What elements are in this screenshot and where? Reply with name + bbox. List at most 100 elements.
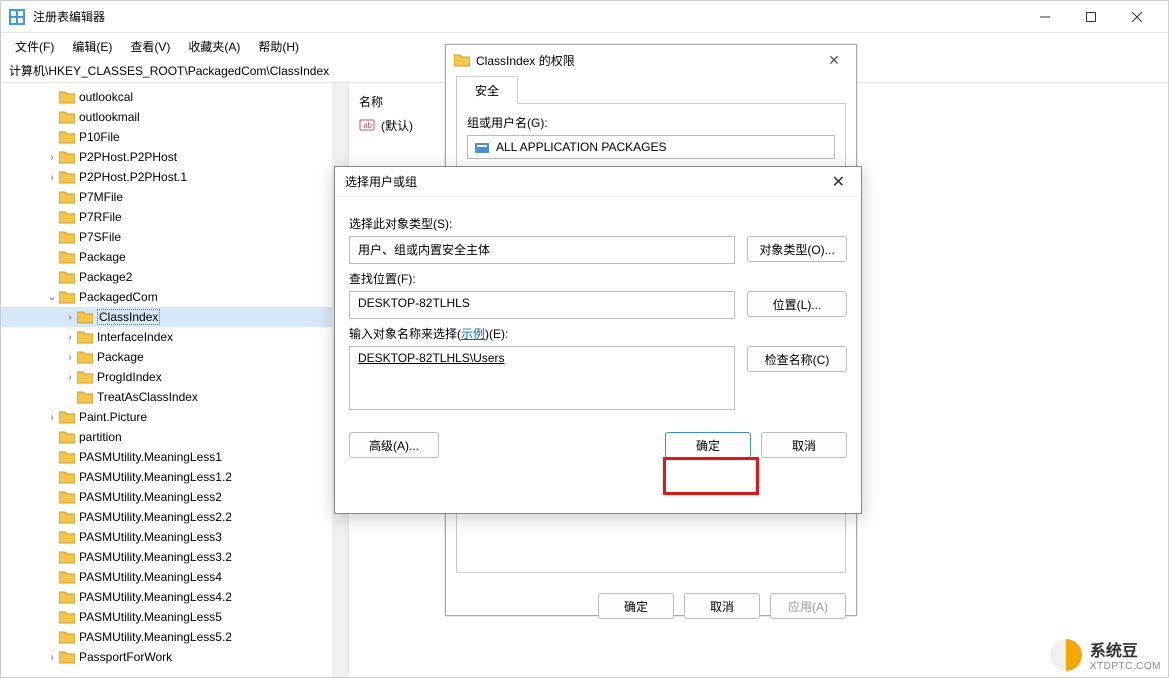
tree-item[interactable]: PASMUtility.MeaningLess5.2 bbox=[1, 627, 348, 647]
tree-item-label: PASMUtility.MeaningLess2.2 bbox=[79, 510, 232, 524]
select-cancel-button[interactable]: 取消 bbox=[761, 432, 847, 458]
tree-item-label: P10File bbox=[79, 130, 120, 144]
chevron-right-icon[interactable]: › bbox=[45, 172, 59, 183]
tree-item[interactable]: P7RFile bbox=[1, 207, 348, 227]
group-icon bbox=[474, 139, 490, 155]
menu-favorites[interactable]: 收藏夹(A) bbox=[180, 35, 248, 58]
group-users-label: 组或用户名(G): bbox=[467, 114, 835, 131]
tree-item-label: PASMUtility.MeaningLess5.2 bbox=[79, 630, 232, 644]
folder-icon bbox=[59, 590, 75, 604]
tree-item-label: P7RFile bbox=[79, 210, 122, 224]
chevron-right-icon[interactable]: › bbox=[45, 412, 59, 423]
maximize-button[interactable] bbox=[1068, 1, 1114, 33]
folder-icon bbox=[59, 650, 75, 664]
select-close-button[interactable]: ✕ bbox=[826, 172, 851, 192]
tree-item-label: outlookmail bbox=[79, 110, 140, 124]
chevron-right-icon[interactable]: › bbox=[63, 372, 77, 383]
value-name: (默认) bbox=[381, 117, 413, 134]
tree-item[interactable]: PASMUtility.MeaningLess4.2 bbox=[1, 587, 348, 607]
menu-view[interactable]: 查看(V) bbox=[122, 35, 178, 58]
tab-security[interactable]: 安全 bbox=[456, 76, 518, 104]
tree-item[interactable]: ⌄ PackagedCom bbox=[1, 287, 348, 307]
location-button[interactable]: 位置(L)... bbox=[747, 291, 847, 317]
tree-item[interactable]: outlookmail bbox=[1, 107, 348, 127]
perm-titlebar[interactable]: ClassIndex 的权限 ✕ bbox=[446, 45, 856, 75]
select-ok-button[interactable]: 确定 bbox=[665, 432, 751, 458]
select-titlebar[interactable]: 选择用户或组 ✕ bbox=[335, 167, 861, 197]
tree-item[interactable]: P7SFile bbox=[1, 227, 348, 247]
tree-item[interactable]: outlookcal bbox=[1, 87, 348, 107]
object-type-field[interactable]: 用户、组或内置安全主体 bbox=[349, 236, 735, 264]
perm-ok-button[interactable]: 确定 bbox=[598, 593, 674, 619]
check-names-button[interactable]: 检查名称(C) bbox=[747, 346, 847, 372]
tree-item[interactable]: ›ProgIdIndex bbox=[1, 367, 348, 387]
tree-item-label: P7MFile bbox=[79, 190, 123, 204]
chevron-down-icon[interactable]: ⌄ bbox=[45, 292, 59, 303]
folder-icon bbox=[59, 250, 75, 264]
tree-item[interactable]: › ClassIndex bbox=[1, 307, 348, 327]
tree-item[interactable]: ›P2PHost.P2PHost bbox=[1, 147, 348, 167]
tree-item[interactable]: PASMUtility.MeaningLess2 bbox=[1, 487, 348, 507]
tree-item[interactable]: PASMUtility.MeaningLess1.2 bbox=[1, 467, 348, 487]
tree-item-label: Package bbox=[79, 250, 126, 264]
folder-icon bbox=[59, 510, 75, 524]
tree-item-label: InterfaceIndex bbox=[97, 330, 173, 344]
chevron-right-icon[interactable]: › bbox=[63, 332, 77, 343]
tree-item[interactable]: ›Package bbox=[1, 347, 348, 367]
advanced-button[interactable]: 高级(A)... bbox=[349, 432, 439, 458]
chevron-right-icon[interactable]: › bbox=[45, 652, 59, 663]
tree-item-label: outlookcal bbox=[79, 90, 133, 104]
minimize-button[interactable] bbox=[1022, 1, 1068, 33]
tree-item[interactable]: Package2 bbox=[1, 267, 348, 287]
tree-item-label: ClassIndex bbox=[97, 309, 160, 325]
perm-apply-button[interactable]: 应用(A) bbox=[770, 593, 846, 619]
tree-item[interactable]: Package bbox=[1, 247, 348, 267]
tree-item[interactable]: P7MFile bbox=[1, 187, 348, 207]
menu-edit[interactable]: 编辑(E) bbox=[64, 35, 120, 58]
folder-icon bbox=[59, 630, 75, 644]
tree-item[interactable]: ›PassportForWork bbox=[1, 647, 348, 667]
object-names-input[interactable]: DESKTOP-82TLHLS\Users bbox=[349, 346, 735, 410]
tree-item[interactable]: PASMUtility.MeaningLess1 bbox=[1, 447, 348, 467]
tree-item[interactable]: PASMUtility.MeaningLess3.2 bbox=[1, 547, 348, 567]
tree-item[interactable]: PASMUtility.MeaningLess5 bbox=[1, 607, 348, 627]
chevron-right-icon[interactable]: › bbox=[63, 352, 77, 363]
close-button[interactable] bbox=[1114, 1, 1160, 33]
perm-close-button[interactable]: ✕ bbox=[820, 52, 848, 69]
chevron-right-icon[interactable]: › bbox=[63, 312, 77, 323]
svg-text:ab: ab bbox=[363, 121, 372, 130]
tree-item[interactable]: TreatAsClassIndex bbox=[1, 387, 348, 407]
tree-item-label: PASMUtility.MeaningLess3 bbox=[79, 530, 222, 544]
tree-item-label: Package2 bbox=[79, 270, 132, 284]
select-body: 选择此对象类型(S): 用户、组或内置安全主体 对象类型(O)... 查找位置(… bbox=[335, 197, 861, 470]
tree-item[interactable]: › Paint.Picture bbox=[1, 407, 348, 427]
tree-item-label: PackagedCom bbox=[79, 290, 158, 304]
tree-item[interactable]: › P2PHost.P2PHost.1 bbox=[1, 167, 348, 187]
tree-item[interactable]: P10File bbox=[1, 127, 348, 147]
tree-item[interactable]: › InterfaceIndex bbox=[1, 327, 348, 347]
folder-icon bbox=[59, 290, 75, 304]
tree-item[interactable]: partition bbox=[1, 427, 348, 447]
folder-icon bbox=[59, 210, 75, 224]
tree-item[interactable]: PASMUtility.MeaningLess4 bbox=[1, 567, 348, 587]
folder-icon bbox=[59, 150, 75, 164]
enter-names-label: 输入对象名称来选择(示例)(E): bbox=[349, 325, 847, 342]
tree-panel[interactable]: outlookcaloutlookmailP10File›P2PHost.P2P… bbox=[1, 83, 349, 677]
tree-item-label: Paint.Picture bbox=[79, 410, 147, 424]
perm-cancel-button[interactable]: 取消 bbox=[684, 593, 760, 619]
watermark: 系统豆 XTDPTC.COM bbox=[1050, 637, 1161, 672]
menu-help[interactable]: 帮助(H) bbox=[250, 35, 307, 58]
group-users-listbox[interactable]: ALL APPLICATION PACKAGES bbox=[467, 135, 835, 159]
tree-item[interactable]: PASMUtility.MeaningLess2.2 bbox=[1, 507, 348, 527]
tree-item[interactable]: PASMUtility.MeaningLess3 bbox=[1, 527, 348, 547]
tree-item-label: PASMUtility.MeaningLess4 bbox=[79, 570, 222, 584]
tree-item-label: P2PHost.P2PHost.1 bbox=[79, 170, 187, 184]
location-field[interactable]: DESKTOP-82TLHLS bbox=[349, 291, 735, 319]
tree-item-label: PASMUtility.MeaningLess2 bbox=[79, 490, 222, 504]
chevron-right-icon[interactable]: › bbox=[45, 152, 59, 163]
example-link[interactable]: 示例 bbox=[461, 327, 485, 341]
enter-label-pre: 输入对象名称来选择( bbox=[349, 327, 461, 341]
object-type-button[interactable]: 对象类型(O)... bbox=[747, 236, 847, 262]
folder-icon bbox=[59, 190, 75, 204]
menu-file[interactable]: 文件(F) bbox=[7, 35, 62, 58]
